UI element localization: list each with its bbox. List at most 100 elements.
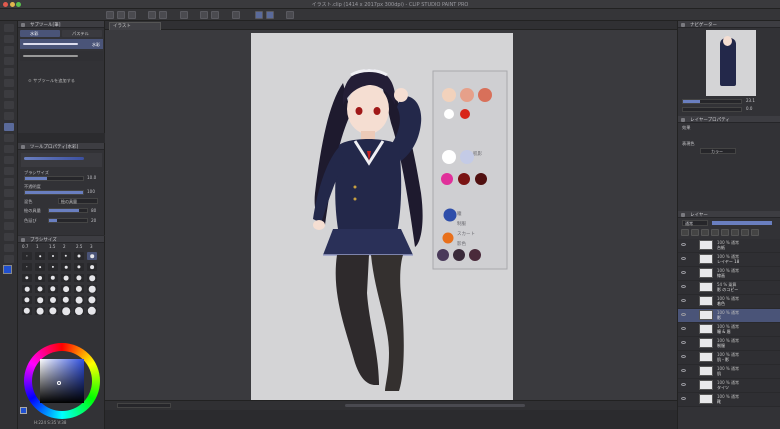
frame-icon[interactable] [4,211,14,219]
brush-size-preset[interactable] [74,307,84,315]
layer-opacity-slider[interactable] [712,221,772,225]
brush-size-preset[interactable] [74,285,84,293]
brush-size-preset[interactable] [74,296,84,304]
selection-icon[interactable] [4,68,14,76]
layer-row[interactable]: 100 % 通常 着色 [678,295,780,309]
new-vector-layer-icon[interactable] [691,229,699,236]
brush-size-preset[interactable] [87,296,97,304]
eye-icon[interactable] [681,243,686,246]
brush-size-preset[interactable] [22,274,32,282]
brush-size-preset[interactable] [35,263,45,271]
brush-size-preset[interactable] [74,274,84,282]
layer-row[interactable]: 100 % 通常肌 [678,365,780,379]
eyedropper-icon[interactable] [4,90,14,98]
brush-size-preset[interactable] [87,274,97,282]
brush-size-preset[interactable] [87,285,97,293]
brush-size-preset[interactable] [61,307,71,315]
transform-icon[interactable] [200,11,208,19]
gradient-icon[interactable] [4,189,14,197]
clear-icon[interactable] [180,11,188,19]
mask-icon[interactable] [731,229,739,236]
brush-size-preset[interactable] [22,307,32,315]
brush-size-preset[interactable] [35,296,45,304]
navigator-angle-slider[interactable] [682,107,742,112]
eye-icon[interactable] [681,355,686,358]
new-layer-icon[interactable] [681,229,689,236]
brush-size-preset[interactable] [61,274,71,282]
zoom-icon[interactable] [4,24,14,32]
move-layer-icon[interactable] [4,57,14,65]
brush-size-preset[interactable] [74,263,84,271]
layer-row[interactable]: 100 % 通常 線画 [678,267,780,281]
open-icon[interactable] [117,11,125,19]
add-subtool-button[interactable]: ⚙ サブツールを追加する [28,78,75,84]
eye-icon[interactable] [681,257,686,260]
layer-row[interactable]: 100 % 通常 肌・影 [678,351,780,365]
brush-size-preset[interactable] [61,296,71,304]
snap-icon[interactable] [255,11,263,19]
opacity-slider[interactable] [24,190,84,195]
tab-watercolor[interactable]: 水彩 [20,30,60,37]
brush-size-preset[interactable] [74,252,84,260]
text-icon[interactable] [4,233,14,241]
brush-size-slider[interactable] [24,176,84,181]
brush-size-preset[interactable] [35,285,45,293]
brush-size-preset[interactable] [22,296,32,304]
brush-size-preset[interactable] [48,285,58,293]
auto-select-icon[interactable] [4,79,14,87]
layer-blend-mode-select[interactable]: 通常 [682,220,708,226]
lock-icon[interactable] [721,229,729,236]
new-folder-icon[interactable] [701,229,709,236]
brush-size-preset[interactable] [48,252,58,260]
brush-size-preset[interactable] [61,285,71,293]
blend-mode-select[interactable]: 絵の具量 [58,198,98,204]
eye-icon[interactable] [681,327,686,330]
eye-icon[interactable] [681,313,686,316]
brush-size-preset[interactable] [35,252,45,260]
layer-row[interactable]: 100 % 通常 台紙 [678,239,780,253]
eye-icon[interactable] [681,383,686,386]
brush-size-preset[interactable] [61,263,71,271]
layer-row[interactable]: 100 % 通常 レイヤー 18 [678,253,780,267]
brush-size-preset[interactable] [48,274,58,282]
subtool-item-2[interactable] [20,51,103,61]
zoom-slider[interactable] [117,403,171,408]
balloon-icon[interactable] [4,244,14,252]
operation-icon[interactable] [4,46,14,54]
paint-amount-slider[interactable] [48,208,88,213]
brush-size-preset[interactable] [48,296,58,304]
perspective-icon[interactable] [286,11,294,19]
save-icon[interactable] [128,11,136,19]
hue-ring[interactable] [24,343,100,419]
airbrush-icon[interactable] [4,134,14,142]
eraser-icon[interactable] [4,156,14,164]
undo-icon[interactable] [148,11,156,19]
brush-size-preset[interactable] [87,306,97,316]
layer-row[interactable]: 54 % 乗算影 のコピー [678,281,780,295]
deselect-icon[interactable] [211,11,219,19]
fill-icon[interactable] [4,178,14,186]
eye-icon[interactable] [681,397,686,400]
eye-icon[interactable] [681,285,686,288]
layer-row[interactable]: 100 % 通常 制服 [678,337,780,351]
redo-icon[interactable] [159,11,167,19]
brush-size-preset[interactable] [22,285,32,293]
eye-icon[interactable] [681,299,686,302]
brush-size-preset[interactable] [61,252,71,260]
main-color-swatch[interactable] [3,265,12,274]
layer-row[interactable]: 100 % 通常 タイツ [678,379,780,393]
brush-size-preset[interactable] [35,307,45,315]
decoration-icon[interactable] [4,145,14,153]
snap-ruler-icon[interactable] [232,11,240,19]
correct-line-icon[interactable] [4,255,14,263]
move-icon[interactable] [4,35,14,43]
layer-row[interactable]: 100 % 通常靴 [678,393,780,407]
brush-size-preset[interactable] [87,252,97,260]
brush-size-preset[interactable] [48,263,58,271]
brush-size-preset[interactable] [22,263,32,271]
color-stretch-slider[interactable] [48,218,88,223]
delete-layer-icon[interactable] [751,229,759,236]
blend-icon[interactable] [4,167,14,175]
brush-icon[interactable] [4,123,14,131]
subtool-item-watercolor[interactable]: 水彩 [20,39,103,49]
